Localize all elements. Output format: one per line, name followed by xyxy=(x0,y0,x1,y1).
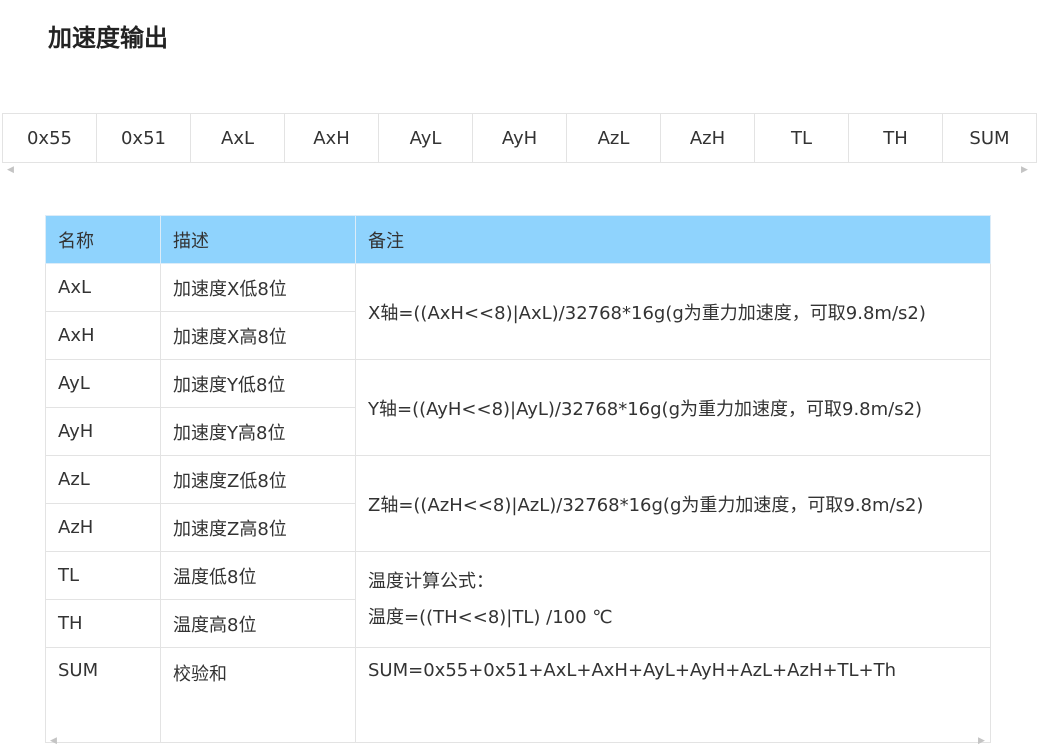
frame-byte-cell: SUM xyxy=(942,113,1037,163)
note-y-formula: Y轴=((AyH<<8)|AyL)/32768*16g(g为重力加速度，可取9.… xyxy=(355,359,991,456)
row-name: AyL xyxy=(45,359,161,408)
row-description: 温度高8位 xyxy=(160,599,356,648)
row-description: 加速度Y高8位 xyxy=(160,407,356,456)
table-header-row: 名称 描述 备注 xyxy=(45,215,991,264)
row-name: AxH xyxy=(45,311,161,360)
frame-byte-row: 0x55 0x51 AxL AxH AyL AyH AzL AzH TL TH … xyxy=(2,113,1037,163)
scroll-left-arrow-icon[interactable]: ◀ xyxy=(7,166,14,175)
note-checksum-formula: SUM=0x55+0x51+AxL+AxH+AyL+AyH+AzL+AzH+TL… xyxy=(355,647,991,743)
temperature-formula-title: 温度计算公式： xyxy=(368,570,494,592)
page-title: 加速度输出 xyxy=(48,24,168,52)
frame-byte-cell: AxL xyxy=(190,113,285,163)
note-x-formula: X轴=((AxH<<8)|AxL)/32768*16g(g为重力加速度，可取9.… xyxy=(355,263,991,360)
row-description: 加速度X高8位 xyxy=(160,311,356,360)
header-description: 描述 xyxy=(160,215,356,264)
scroll-right-arrow-icon[interactable]: ▶ xyxy=(1021,166,1028,175)
row-description: 加速度Z高8位 xyxy=(160,503,356,552)
frame-byte-cell: 0x51 xyxy=(96,113,191,163)
row-name: AzL xyxy=(45,455,161,504)
row-name: SUM xyxy=(45,647,161,743)
row-name: AxL xyxy=(45,263,161,312)
table-row: AxL 加速度X低8位 X轴=((AxH<<8)|AxL)/32768*16g(… xyxy=(45,263,991,360)
note-z-formula: Z轴=((AzH<<8)|AzL)/32768*16g(g为重力加速度，可取9.… xyxy=(355,455,991,552)
frame-byte-cell: AyL xyxy=(378,113,473,163)
row-name: AyH xyxy=(45,407,161,456)
header-note: 备注 xyxy=(355,215,991,264)
row-description: 校验和 xyxy=(160,647,356,743)
frame-byte-cell: AzH xyxy=(660,113,755,163)
table-row: TL 温度低8位 温度计算公式： 温度=((TH<<8)|TL) /100 ℃ xyxy=(45,551,991,648)
frame-byte-cell: TL xyxy=(754,113,849,163)
row-description: 加速度Z低8位 xyxy=(160,455,356,504)
row-name: TH xyxy=(45,599,161,648)
row-description: 加速度Y低8位 xyxy=(160,359,356,408)
table-scroll-left-arrow-icon[interactable]: ◀ xyxy=(50,737,57,746)
header-name: 名称 xyxy=(45,215,161,264)
row-description: 加速度X低8位 xyxy=(160,263,356,312)
table-row: SUM 校验和 SUM=0x55+0x51+AxL+AxH+AyL+AyH+Az… xyxy=(45,647,991,743)
frame-byte-cell: AxH xyxy=(284,113,379,163)
frame-byte-cell: AyH xyxy=(472,113,567,163)
frame-byte-cell: TH xyxy=(848,113,943,163)
row-name: TL xyxy=(45,551,161,600)
table-row: AzL 加速度Z低8位 Z轴=((AzH<<8)|AzL)/32768*16g(… xyxy=(45,455,991,552)
frame-byte-cell: AzL xyxy=(566,113,661,163)
frame-byte-table: 0x55 0x51 AxL AxH AyL AyH AzL AzH TL TH … xyxy=(2,113,1037,163)
row-description: 温度低8位 xyxy=(160,551,356,600)
frame-byte-cell: 0x55 xyxy=(2,113,97,163)
table-scroll-right-arrow-icon[interactable]: ▶ xyxy=(978,737,985,746)
temperature-formula: 温度=((TH<<8)|TL) /100 ℃ xyxy=(368,606,613,628)
note-temperature: 温度计算公式： 温度=((TH<<8)|TL) /100 ℃ xyxy=(355,551,991,648)
register-description-table: 名称 描述 备注 AxL 加速度X低8位 X轴=((AxH<<8)|AxL)/3… xyxy=(45,215,991,743)
table-row: AyL 加速度Y低8位 Y轴=((AyH<<8)|AyL)/32768*16g(… xyxy=(45,359,991,456)
row-name: AzH xyxy=(45,503,161,552)
